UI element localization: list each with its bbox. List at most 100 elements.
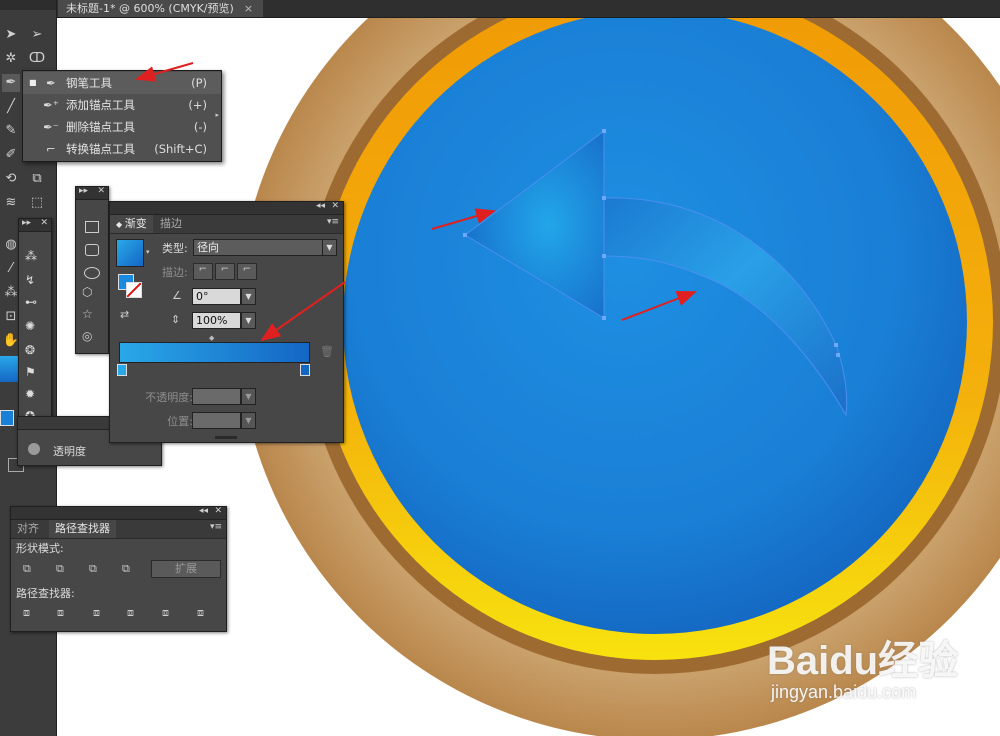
divide-icon[interactable]: ⧈ [23, 606, 30, 620]
minus-front-icon[interactable]: ⧉ [56, 562, 64, 576]
gradient-panel: ◂◂ ✕ ◆ 渐变 描边 ▾≡ ▾ ⇄ 类型: 径向 ▼ 描边: ⌐ ⌐ ⌐ ∠ … [109, 201, 344, 443]
symbol-stainer-icon[interactable]: ⚑ [25, 365, 36, 379]
flyout-item-label: 添加锚点工具 [66, 98, 135, 112]
tab-stroke[interactable]: 描边 [154, 215, 188, 233]
tearoff-tools-panel: ▸▸✕ ⁂ ↯ ⊷ ✺ ❂ ⚑ ✹ ✪ [18, 218, 52, 430]
fill-color-mini[interactable] [0, 410, 14, 426]
location-label: 位置: [167, 415, 193, 428]
flyout-item-convert-anchor-tool[interactable]: ⌐ 转换锚点工具 (Shift+C) [23, 138, 221, 160]
flyout-item-pen-tool[interactable]: ■ ✒ 钢笔工具 (P) [23, 72, 221, 94]
document-tab-bar: 未标题-1* @ 600% (CMYK/预览) × [56, 0, 1000, 18]
trim-icon[interactable]: ⧈ [57, 606, 64, 620]
flyout-item-shortcut: (+) [188, 98, 207, 112]
blue-disc [343, 18, 967, 634]
direct-selection-tool-icon[interactable]: ➢ [28, 26, 46, 44]
minus-back-icon[interactable]: ⧈ [197, 606, 204, 620]
gradient-stop-end[interactable] [300, 364, 310, 376]
pen-tool-icon[interactable]: ✒ [2, 74, 20, 92]
type-select[interactable]: 径向 [193, 239, 324, 256]
paintbrush-tool-icon[interactable]: ✎ [2, 122, 20, 140]
tab-gradient[interactable]: ◆ 渐变 [110, 215, 153, 233]
location-dropdown-icon[interactable]: ▼ [241, 412, 256, 429]
type-label: 类型: [162, 242, 188, 255]
symbol-screener-icon[interactable]: ✹ [25, 387, 35, 401]
stroke-gradient-within-button[interactable]: ⌐ [193, 263, 213, 280]
transparency-label[interactable]: 透明度 [53, 443, 86, 459]
rounded-rectangle-tool-icon[interactable] [85, 244, 99, 256]
flyout-item-label: 钢笔工具 [66, 76, 112, 90]
gradient-stop-start[interactable] [117, 364, 127, 376]
crop-icon[interactable]: ⧈ [127, 606, 134, 620]
midpoint-diamond-icon[interactable]: ◆ [209, 334, 214, 342]
rotate-tool-icon[interactable]: ⟲ [2, 170, 20, 188]
panel-menu-icon[interactable]: ▾≡ [327, 217, 339, 227]
none-slash-icon [127, 283, 141, 297]
pathfinder-panel-header[interactable]: ◂◂ ✕ [11, 506, 226, 520]
symbol-spinner-icon[interactable]: ❂ [25, 343, 35, 357]
flyout-tearoff-icon[interactable]: ▸ [215, 111, 219, 119]
document-tab-title: 未标题-1* @ 600% (CMYK/预览) [66, 2, 234, 15]
add-anchor-icon: ✒⁺ [43, 98, 59, 112]
selection-tool-icon[interactable]: ➤ [2, 26, 20, 44]
panel-resize-grip[interactable] [215, 436, 237, 439]
gradient-slider[interactable] [119, 342, 310, 363]
aspect-ratio-input[interactable]: 100% [192, 312, 241, 329]
panel-menu-icon[interactable]: ▾≡ [210, 522, 222, 532]
width-tool-icon[interactable]: ≋ [2, 194, 20, 212]
tab-align[interactable]: 对齐 [11, 520, 45, 538]
lasso-tool-icon[interactable]: ↀ [28, 50, 46, 68]
angle-dropdown-icon[interactable]: ▼ [241, 288, 256, 305]
free-transform-tool-icon[interactable]: ⬚ [28, 194, 46, 212]
angle-icon: ∠ [172, 289, 182, 302]
delete-stop-icon[interactable]: 🗑 [320, 345, 334, 358]
tearoff-panel-header[interactable]: ▸▸ ✕ [19, 218, 51, 232]
aspect-ratio-dropdown-icon[interactable]: ▼ [241, 312, 256, 329]
symbol-sprayer-icon[interactable]: ⁂ [25, 249, 37, 263]
fill-color-swatch[interactable] [0, 356, 18, 382]
stroke-label: 描边: [162, 266, 188, 279]
transparency-icon[interactable] [28, 443, 40, 455]
stroke-none-swatch[interactable] [126, 282, 142, 298]
gradient-dropdown-icon[interactable]: ▾ [146, 248, 150, 256]
convert-anchor-icon: ⌐ [46, 142, 56, 156]
intersect-icon[interactable]: ⧉ [89, 562, 97, 576]
gradient-panel-header[interactable]: ◂◂ ✕ [110, 201, 343, 215]
tools-panel-grip[interactable] [0, 0, 56, 10]
panel-options-icon: ◆ [116, 220, 125, 229]
tab-pathfinder[interactable]: 路径查找器 [49, 520, 116, 538]
gradient-preview-swatch[interactable] [116, 239, 144, 267]
baidu-watermark: Baidu经验 jingyan.baidu.com [767, 628, 997, 708]
outline-icon[interactable]: ⧈ [162, 606, 169, 620]
type-dropdown-icon[interactable]: ▼ [322, 239, 337, 256]
angle-input[interactable]: 0° [192, 288, 241, 305]
watermark-brand: Baidu经验 [767, 639, 959, 683]
location-input[interactable] [192, 412, 241, 429]
symbol-sizer-icon[interactable]: ✺ [25, 319, 35, 333]
expand-button[interactable]: 扩展 [151, 560, 221, 578]
symbol-scruncher-icon[interactable]: ⊷ [25, 295, 37, 309]
stroke-gradient-along-button[interactable]: ⌐ [215, 263, 235, 280]
magic-wand-tool-icon[interactable]: ✲ [2, 50, 20, 68]
exclude-icon[interactable]: ⧉ [122, 562, 130, 576]
stroke-gradient-across-button[interactable]: ⌐ [237, 263, 257, 280]
merge-icon[interactable]: ⧈ [93, 606, 100, 620]
scale-tool-icon[interactable]: ⧉ [28, 170, 46, 188]
polygon-tool-icon[interactable]: ⬡ [82, 285, 92, 299]
flare-tool-icon[interactable]: ◎ [82, 329, 92, 343]
flyout-item-shortcut: (Shift+C) [154, 142, 207, 156]
flyout-item-add-anchor-tool[interactable]: ✒⁺ 添加锚点工具 (+) [23, 94, 221, 116]
shape-tools-header[interactable]: ▸▸ ✕ [76, 186, 108, 200]
blob-brush-tool-icon[interactable]: ✐ [2, 146, 20, 164]
reverse-gradient-icon[interactable]: ⇄ [120, 308, 129, 321]
star-tool-icon[interactable]: ☆ [82, 307, 93, 321]
symbol-shifter-icon[interactable]: ↯ [25, 273, 35, 287]
close-icon[interactable]: × [244, 2, 253, 15]
ellipse-tool-icon[interactable] [84, 267, 100, 279]
document-tab[interactable]: 未标题-1* @ 600% (CMYK/预览) × [58, 0, 264, 17]
rectangle-tool-icon[interactable] [85, 221, 99, 233]
opacity-input[interactable] [192, 388, 241, 405]
opacity-dropdown-icon[interactable]: ▼ [241, 388, 256, 405]
line-tool-icon[interactable]: ╱ [2, 98, 20, 116]
flyout-item-delete-anchor-tool[interactable]: ✒⁻ 删除锚点工具 (-) [23, 116, 221, 138]
unite-icon[interactable]: ⧉ [23, 562, 31, 576]
